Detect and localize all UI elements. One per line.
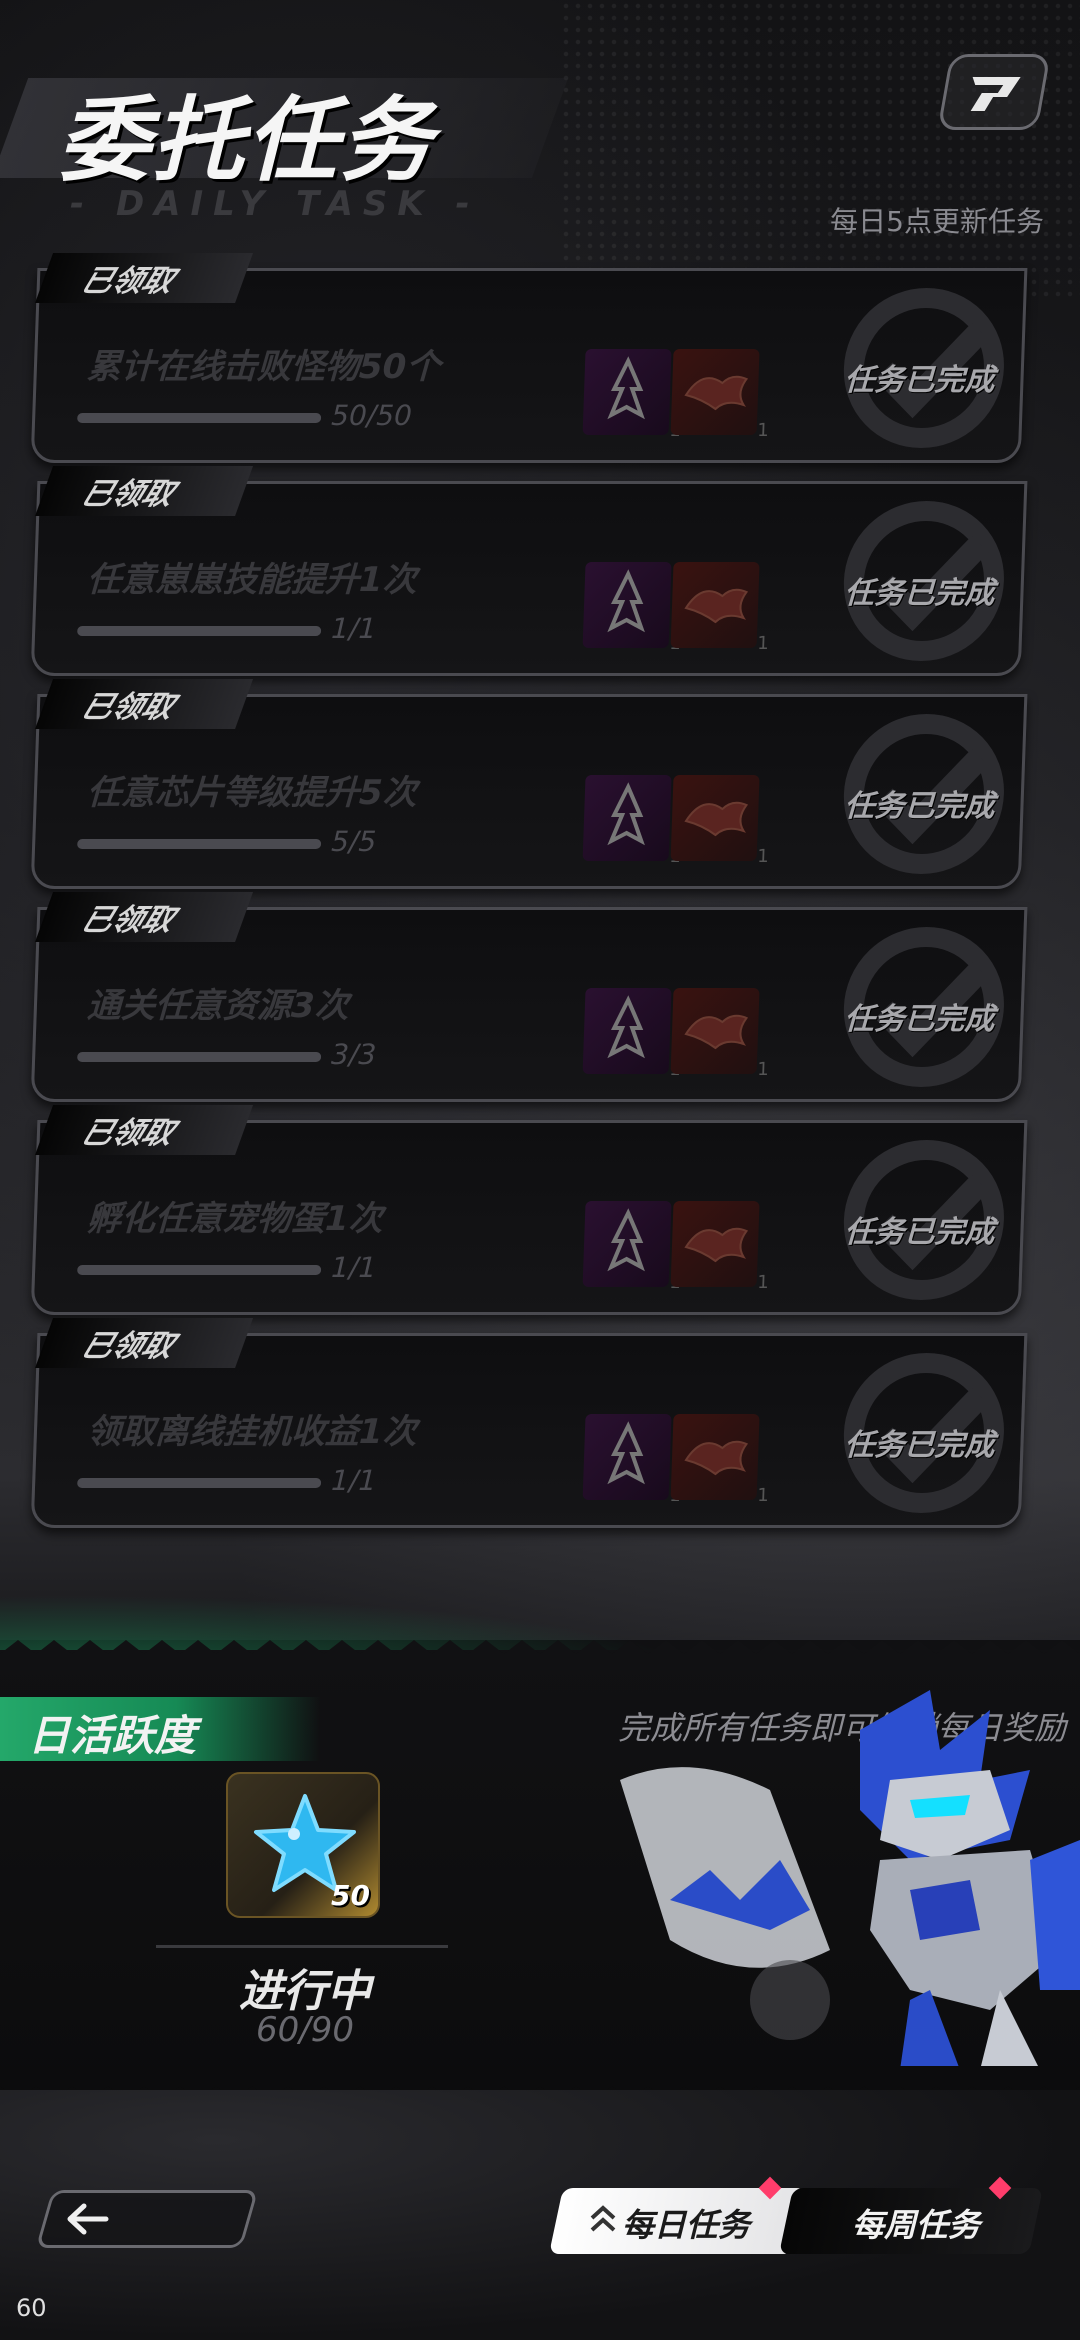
blade-crest-icon	[607, 1421, 645, 1485]
reward-item[interactable]: 1	[582, 1201, 681, 1293]
zigzag-divider-top	[0, 1640, 1080, 1674]
chevron-up-icon	[590, 2205, 616, 2232]
fire-emblem-icon	[684, 1227, 749, 1263]
claimed-tag: 已领取	[35, 1105, 254, 1155]
progress-fill	[76, 839, 322, 849]
reward-item[interactable]: 1	[670, 1201, 769, 1293]
progress-fill	[76, 626, 322, 636]
blade-crest-icon	[607, 782, 645, 846]
refresh-hint: 每日5点更新任务	[830, 205, 1044, 238]
fire-emblem-icon	[684, 588, 749, 624]
task-progress-bar	[76, 1478, 322, 1488]
fire-emblem-icon	[684, 1440, 749, 1476]
reward-item[interactable]: 1	[582, 349, 681, 441]
claimed-tag: 已领取	[35, 892, 254, 942]
reward-count: 1	[756, 1059, 770, 1080]
task-card[interactable]: 已领取 任意芯片等级提升5次 5/5 1 1 任务已完成	[30, 679, 1028, 889]
claimed-label: 已领取	[76, 1329, 180, 1364]
progress-text: 5/5	[330, 825, 377, 858]
chest-count: 50	[331, 1879, 370, 1912]
task-status: 任务已完成	[843, 1428, 996, 1463]
reward-item[interactable]: 1	[670, 349, 769, 441]
task-card[interactable]: 已领取 任意崽崽技能提升1次 1/1 1 1 任务已完成	[30, 466, 1028, 676]
task-name: 任意崽崽技能提升1次	[86, 560, 418, 600]
task-status: 任务已完成	[843, 789, 996, 824]
task-status: 任务已完成	[843, 1002, 996, 1037]
reward-count: 1	[756, 1272, 770, 1293]
arrow-left-icon	[67, 2203, 109, 2235]
task-status: 任务已完成	[843, 576, 996, 611]
claimed-label: 已领取	[76, 477, 180, 512]
mecha-mascot-image	[620, 1690, 1080, 2070]
claimed-label: 已领取	[76, 690, 180, 725]
halftone-pattern	[560, 0, 1080, 300]
task-name: 领取离线挂机收益1次	[86, 1412, 418, 1452]
reward-count: 1	[756, 420, 770, 441]
claimed-label: 已领取	[76, 264, 180, 299]
task-name: 任意芯片等级提升5次	[86, 773, 418, 813]
progress-text: 1/1	[330, 612, 377, 645]
daily-reward-chest[interactable]: 50	[226, 1772, 380, 1918]
claimed-tag: 已领取	[35, 466, 254, 516]
page-subtitle: - DAILY TASK -	[70, 184, 480, 224]
task-progress-bar	[76, 413, 322, 423]
reward-count: 1	[756, 1485, 770, 1506]
claimed-tag: 已领取	[35, 1318, 254, 1368]
refresh-icon	[970, 77, 1021, 111]
task-status: 任务已完成	[843, 363, 996, 398]
task-card[interactable]: 已领取 领取离线挂机收益1次 1/1 1 1 任务已完成	[30, 1318, 1028, 1528]
task-card[interactable]: 已领取 累计在线击败怪物50个 50/50 1 1 任务已完成	[30, 253, 1028, 463]
blade-crest-icon	[607, 569, 645, 633]
task-name: 通关任意资源3次	[86, 986, 350, 1026]
activity-title: 日活跃度	[28, 1711, 197, 1760]
blade-crest-icon	[607, 1208, 645, 1272]
activity-progress: 60/90	[256, 2010, 354, 2050]
blade-crest-icon	[607, 995, 645, 1059]
task-name: 孵化任意宠物蛋1次	[86, 1199, 384, 1239]
fire-emblem-icon	[684, 801, 749, 837]
reward-item[interactable]: 1	[670, 988, 769, 1080]
task-card[interactable]: 已领取 孵化任意宠物蛋1次 1/1 1 1 任务已完成	[30, 1105, 1028, 1315]
progress-fill	[76, 413, 322, 423]
fire-emblem-icon	[684, 375, 749, 411]
tab-weekly-label: 每周任务	[852, 2206, 981, 2244]
progress-text: 1/1	[330, 1251, 377, 1284]
reward-count: 1	[756, 633, 770, 654]
claimed-tag: 已领取	[35, 253, 254, 303]
reward-item[interactable]: 1	[670, 775, 769, 867]
claimed-tag: 已领取	[35, 679, 254, 729]
reward-item[interactable]: 1	[670, 1414, 769, 1506]
claimed-label: 已领取	[76, 903, 180, 938]
page-title: 委托任务	[58, 87, 435, 194]
reward-item[interactable]: 1	[582, 988, 681, 1080]
task-card[interactable]: 已领取 通关任意资源3次 3/3 1 1 任务已完成	[30, 892, 1028, 1102]
claimed-label: 已领取	[76, 1116, 180, 1151]
task-name: 累计在线击败怪物50个	[86, 347, 441, 387]
reward-item[interactable]: 1	[582, 562, 681, 654]
task-progress-bar	[76, 839, 322, 849]
refresh-button[interactable]	[937, 54, 1051, 130]
chest-divider	[156, 1945, 448, 1948]
task-progress-bar	[76, 626, 322, 636]
progress-text: 1/1	[330, 1464, 377, 1497]
progress-text: 50/50	[330, 399, 413, 432]
progress-fill	[76, 1265, 322, 1275]
task-status: 任务已完成	[843, 1215, 996, 1250]
blade-crest-icon	[607, 356, 645, 420]
task-progress-bar	[76, 1052, 322, 1062]
task-progress-bar	[76, 1265, 322, 1275]
reward-item[interactable]: 1	[582, 775, 681, 867]
tab-daily-label: 每日任务	[622, 2206, 751, 2244]
progress-fill	[76, 1478, 322, 1488]
reward-item[interactable]: 1	[582, 1414, 681, 1506]
reward-item[interactable]: 1	[670, 562, 769, 654]
fps-counter: 60	[16, 2294, 47, 2322]
progress-text: 3/3	[330, 1038, 377, 1071]
reward-count: 1	[756, 846, 770, 867]
fire-emblem-icon	[684, 1014, 749, 1050]
progress-fill	[76, 1052, 322, 1062]
